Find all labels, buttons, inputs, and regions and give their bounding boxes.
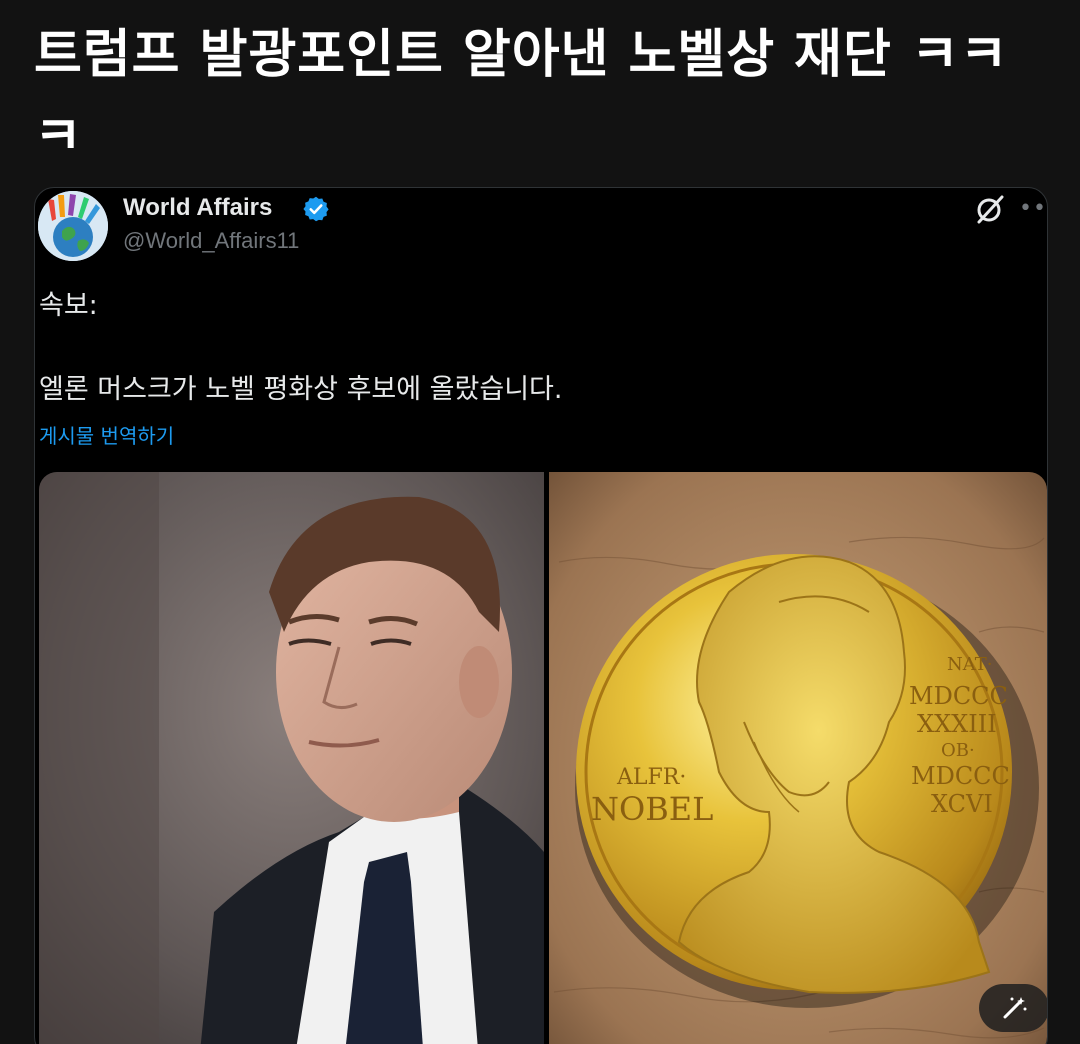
medal-inscription-xcvi: XCVI — [931, 790, 993, 818]
medal-inscription-nat: NAT· — [947, 654, 993, 675]
medal-inscription-mdccc-2: MDCCC — [911, 762, 1010, 790]
medal-inscription-mdccc-1: MDCCC — [909, 682, 1008, 710]
media-grid[interactable]: ALFR· NOBEL NAT· MDCCC XXXIII OB· MDCCC … — [39, 472, 1047, 1044]
post-title: 트럼프 발광포인트 알아낸 노벨상 재단 ㅋㅋㅋ — [34, 25, 1009, 167]
nobel-medal-photo[interactable]: ALFR· NOBEL NAT· MDCCC XXXIII OB· MDCCC … — [549, 472, 1047, 1044]
author-handle[interactable]: @World_Affairs11 — [123, 228, 299, 254]
author-avatar[interactable] — [38, 191, 108, 261]
more-icon[interactable]: ••• — [1019, 196, 1047, 221]
tweet-text-line1: 속보: — [39, 290, 98, 321]
tweet-text-line2: 엘론 머스크가 노벨 평화상 후보에 올랐습니다. — [39, 374, 563, 405]
translate-post-link[interactable]: 게시물 번역하기 — [39, 420, 174, 449]
medal-inscription-xxxiii: XXXIII — [917, 710, 997, 738]
magic-wand-icon[interactable] — [979, 984, 1047, 1032]
medal-inscription-nobel: NOBEL — [591, 790, 713, 828]
tweet-card[interactable]: World Affairs @World_Affairs11 ••• 속보: 엘… — [34, 187, 1048, 1044]
author-name[interactable]: World Affairs — [123, 192, 272, 224]
medal-inscription-ob: OB· — [941, 740, 975, 761]
grok-icon[interactable] — [973, 192, 1007, 226]
medal-inscription-alfr: ALFR· — [616, 765, 686, 790]
verified-badge-icon — [302, 195, 330, 223]
portrait-photo[interactable] — [39, 472, 544, 1044]
